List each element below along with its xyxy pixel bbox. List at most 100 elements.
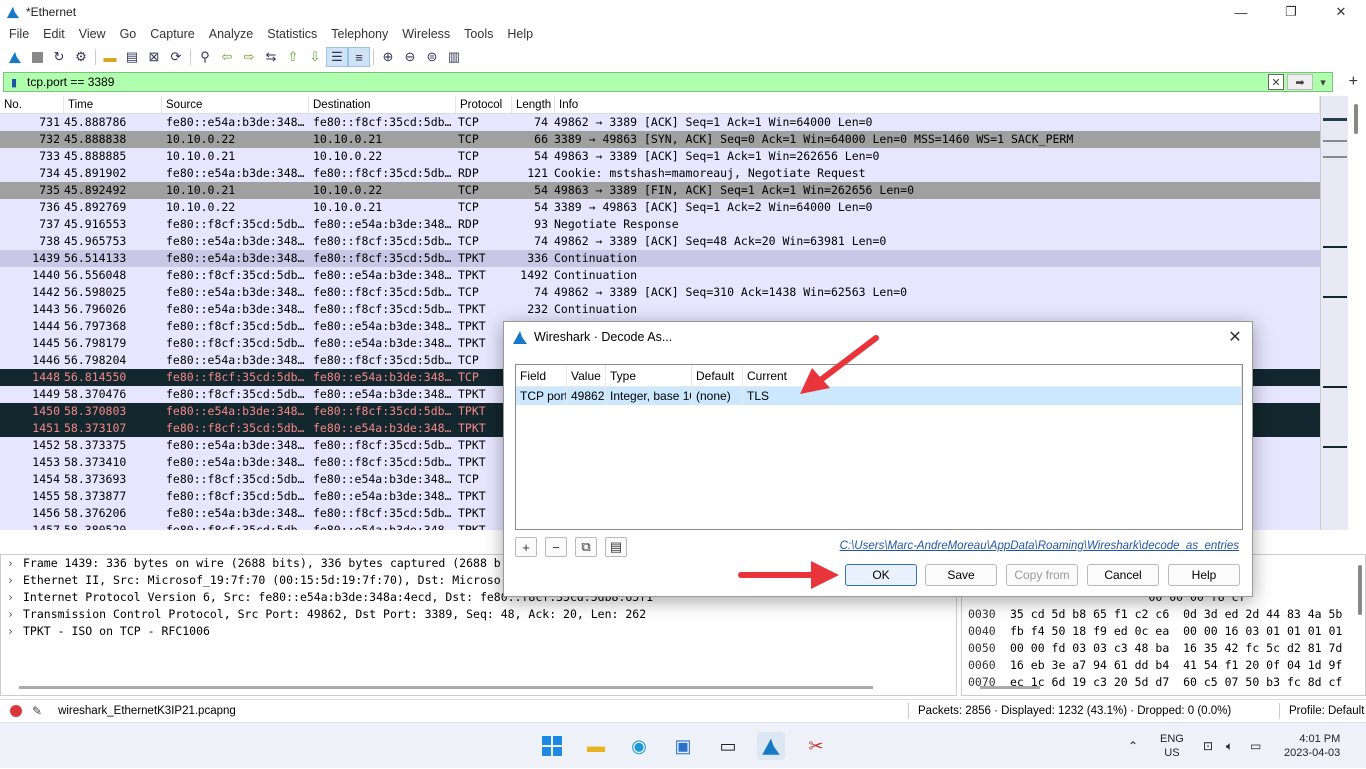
- packet-row[interactable]: 1442 56.598025 fe80::e54a:b3de:348… fe80::f…: [0, 284, 1320, 301]
- col-header-time[interactable]: Time: [64, 96, 162, 113]
- col-header-protocol[interactable]: Protocol: [456, 96, 512, 113]
- packet-row[interactable]: 732 45.888838 10.10.0.22 10.10.0.21 TCP 66 338…: [0, 131, 1320, 148]
- bytes-row[interactable]: 0060 16 eb 3e a7 94 61 dd b4 41 54 f1 20 …: [962, 657, 1365, 674]
- menu-help[interactable]: Help: [500, 27, 540, 41]
- menu-capture[interactable]: Capture: [143, 27, 201, 41]
- packet-row[interactable]: 731 45.888786 fe80::e54a:b3de:348… fe80::f8…: [0, 114, 1320, 131]
- col-header-info[interactable]: Info: [555, 96, 1320, 113]
- add-entry-icon[interactable]: +: [515, 537, 537, 557]
- packet-row[interactable]: 1443 56.796026 fe80::e54a:b3de:348… fe80::f…: [0, 301, 1320, 318]
- start-capture-icon[interactable]: [4, 47, 26, 67]
- menu-tools[interactable]: Tools: [457, 27, 500, 41]
- bytes-vscrollbar[interactable]: [1358, 565, 1362, 615]
- resize-columns-icon[interactable]: ▥: [443, 47, 465, 67]
- packet-row[interactable]: 1440 56.556048 fe80::f8cf:35cd:5db… fe80::e…: [0, 267, 1320, 284]
- help-button[interactable]: Help: [1168, 564, 1240, 586]
- expand-arrow-icon[interactable]: ›: [7, 589, 23, 606]
- details-hscrollbar[interactable]: [19, 686, 873, 689]
- detail-row-tcp[interactable]: › Transmission Control Protocol, Src Port…: [1, 606, 956, 623]
- config-path-link[interactable]: C:\Users\Marc-AndreMoreau\AppData\Roamin…: [840, 540, 1239, 552]
- cancel-button[interactable]: Cancel: [1087, 564, 1159, 586]
- snipping-tool-icon[interactable]: ✂: [802, 732, 830, 760]
- store-icon[interactable]: ▣: [669, 732, 697, 760]
- menu-statistics[interactable]: Statistics: [260, 27, 324, 41]
- find-packet-icon[interactable]: ⚲: [194, 47, 216, 67]
- packet-row[interactable]: 736 45.892769 10.10.0.22 10.10.0.21 TCP 54 338…: [0, 199, 1320, 216]
- colorize-icon[interactable]: ≡: [348, 47, 370, 67]
- remove-entry-icon[interactable]: −: [545, 537, 567, 557]
- apply-filter-icon[interactable]: ➡: [1287, 74, 1313, 90]
- expand-arrow-icon[interactable]: ›: [7, 606, 23, 623]
- save-file-icon[interactable]: ▤: [121, 47, 143, 67]
- last-packet-icon[interactable]: ⇩: [304, 47, 326, 67]
- col-value[interactable]: Value: [567, 365, 606, 386]
- file-explorer-icon[interactable]: ▬: [582, 732, 610, 760]
- copy-from-button[interactable]: Copy from: [1006, 564, 1078, 586]
- menu-edit[interactable]: Edit: [36, 27, 72, 41]
- col-header-no[interactable]: No.: [0, 96, 64, 113]
- packet-row[interactable]: 734 45.891902 fe80::e54a:b3de:348… fe80::f8…: [0, 165, 1320, 182]
- ok-button[interactable]: OK: [845, 564, 917, 586]
- expand-arrow-icon[interactable]: ›: [7, 623, 23, 640]
- bytes-row[interactable]: 0040 fb f4 50 18 f9 ed 0c ea 00 00 16 03 …: [962, 623, 1365, 640]
- col-default[interactable]: Default: [692, 365, 743, 386]
- first-packet-icon[interactable]: ⇧: [282, 47, 304, 67]
- filter-dropdown-icon[interactable]: ▾: [1316, 74, 1330, 90]
- menu-view[interactable]: View: [72, 27, 113, 41]
- col-field[interactable]: Field: [516, 365, 567, 386]
- dialog-close-icon[interactable]: ✕: [1224, 326, 1246, 348]
- zoom-out-icon[interactable]: ⊖: [399, 47, 421, 67]
- packet-list-scrollbar[interactable]: [1348, 96, 1366, 530]
- edge-browser-icon[interactable]: ◉: [625, 732, 653, 760]
- copy-entry-icon[interactable]: ⧉: [575, 537, 597, 557]
- menu-wireless[interactable]: Wireless: [395, 27, 457, 41]
- volume-icon[interactable]: 🔈︎: [1226, 723, 1233, 769]
- detail-row-tpkt[interactable]: › TPKT - ISO on TCP - RFC1006: [1, 623, 956, 640]
- col-header-source[interactable]: Source: [162, 96, 309, 113]
- expand-arrow-icon[interactable]: ›: [7, 572, 23, 589]
- minimize-button[interactable]: —: [1216, 0, 1266, 24]
- packet-minimap[interactable]: [1320, 96, 1348, 530]
- add-filter-button-icon[interactable]: +: [1349, 73, 1358, 91]
- bytes-row[interactable]: 0030 35 cd 5d b8 65 f1 c2 c6 0d 3d ed 2d …: [962, 606, 1365, 623]
- cell-field[interactable]: TCP port: [516, 387, 567, 405]
- bytes-hscrollbar[interactable]: [980, 686, 1040, 689]
- edit-comment-icon[interactable]: ✎: [32, 704, 42, 718]
- col-header-destination[interactable]: Destination: [309, 96, 456, 113]
- bookmark-icon[interactable]: ▮: [7, 75, 21, 89]
- go-forward-icon[interactable]: ⇨: [238, 47, 260, 67]
- close-window-button[interactable]: ✕: [1316, 0, 1366, 24]
- col-header-length[interactable]: Length: [512, 96, 555, 113]
- tray-chevron-icon[interactable]: ⌃: [1128, 723, 1138, 769]
- reload-file-icon[interactable]: ⟳: [165, 47, 187, 67]
- autoscroll-icon[interactable]: ☰: [326, 47, 348, 67]
- menu-go[interactable]: Go: [113, 27, 144, 41]
- menu-analyze[interactable]: Analyze: [202, 27, 260, 41]
- capture-status-icon[interactable]: [10, 704, 22, 717]
- start-menu-icon[interactable]: [538, 732, 566, 760]
- clear-filter-icon[interactable]: ✕: [1268, 74, 1284, 90]
- decode-as-entry-row[interactable]: TCP port 49862 Integer, base 10 (none) T…: [516, 387, 1242, 405]
- cell-current[interactable]: TLS: [743, 387, 1242, 405]
- language-indicator[interactable]: ENG US: [1160, 723, 1184, 769]
- packet-row[interactable]: 733 45.888885 10.10.0.21 10.10.0.22 TCP 54 498…: [0, 148, 1320, 165]
- col-type[interactable]: Type: [606, 365, 692, 386]
- packet-row[interactable]: 735 45.892492 10.10.0.21 10.10.0.22 TCP 54 498…: [0, 182, 1320, 199]
- expand-arrow-icon[interactable]: ›: [7, 555, 23, 572]
- clear-entries-icon[interactable]: ▤: [605, 537, 627, 557]
- save-button[interactable]: Save: [925, 564, 997, 586]
- packet-row[interactable]: 1439 56.514133 fe80::e54a:b3de:348… fe80::f…: [0, 250, 1320, 267]
- restart-capture-icon[interactable]: ↻: [48, 47, 70, 67]
- network-icon[interactable]: ⊡: [1203, 723, 1213, 769]
- capture-options-icon[interactable]: ⚙: [70, 47, 92, 67]
- zoom-in-icon[interactable]: ⊕: [377, 47, 399, 67]
- bytes-row[interactable]: 0050 00 00 fd 03 03 c3 48 ba 16 35 42 fc …: [962, 640, 1365, 657]
- clock[interactable]: 4:01 PM 2023-04-03: [1284, 723, 1340, 769]
- display-filter-input[interactable]: ▮ tcp.port == 3389 ✕ ➡ ▾: [3, 72, 1333, 92]
- open-file-icon[interactable]: ▬: [99, 47, 121, 67]
- go-to-packet-icon[interactable]: ⇆: [260, 47, 282, 67]
- menu-telephony[interactable]: Telephony: [324, 27, 395, 41]
- maximize-button[interactable]: ❐: [1266, 0, 1316, 24]
- packet-row[interactable]: 738 45.965753 fe80::e54a:b3de:348… fe80::f8…: [0, 233, 1320, 250]
- wireshark-taskbar-icon[interactable]: [757, 732, 785, 760]
